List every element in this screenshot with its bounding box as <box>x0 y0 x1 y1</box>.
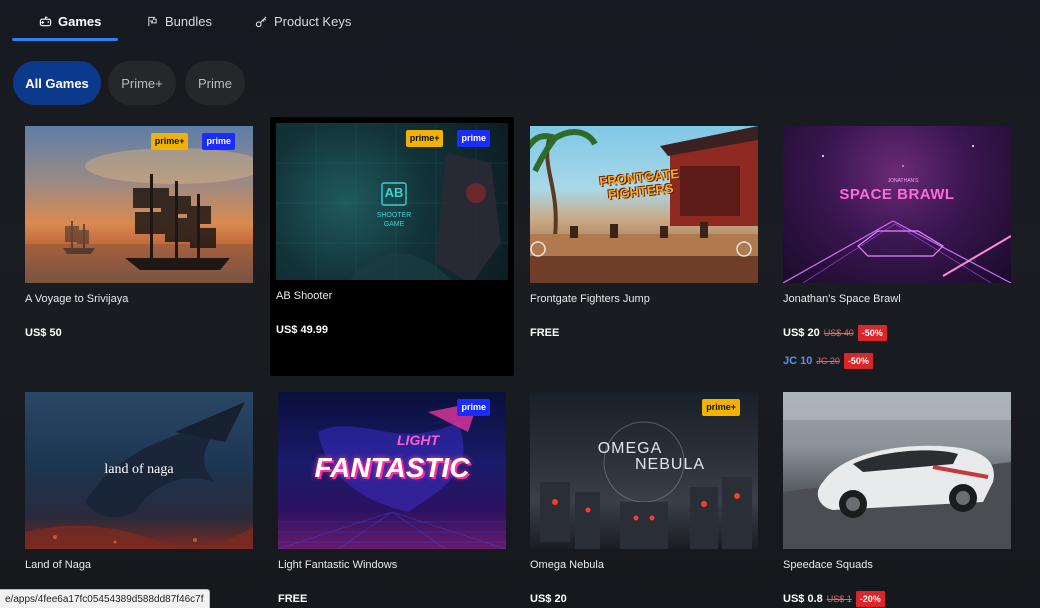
prime-badge: prime <box>202 133 235 150</box>
game-thumbnail: LIGHT FANTASTIC prime <box>278 392 506 549</box>
game-price: FREE <box>278 593 308 605</box>
tab-label: Product Keys <box>274 13 352 29</box>
game-thumbnail: OMEGA NEBULA prime+ <box>530 392 758 549</box>
game-price: US$ 20 <box>530 593 567 605</box>
tab-games[interactable]: Games <box>38 0 101 42</box>
top-tab-bar: Games Bundles Product Keys <box>0 0 1040 42</box>
prime-badge: prime <box>457 130 490 147</box>
prime-plus-badge: prime+ <box>702 399 740 416</box>
game-card[interactable]: OMEGA NEBULA prime+ Omega Nebula US$ 20 <box>530 392 758 608</box>
game-title: A Voyage to Srivijaya <box>25 293 129 305</box>
alt-original-price: JC 20 <box>816 356 840 366</box>
game-logo-text-2: NEBULA <box>634 456 706 473</box>
game-thumbnail: land of naga <box>25 392 253 549</box>
active-tab-indicator <box>12 38 118 41</box>
game-logo-text: land of naga <box>104 462 174 477</box>
game-logo-mark: AB <box>384 185 404 200</box>
game-thumbnail <box>783 392 1011 549</box>
filter-all-games[interactable]: All Games <box>13 61 101 105</box>
flag-icon <box>145 14 159 28</box>
game-logo-text: LIGHT <box>397 432 439 448</box>
game-logo-small: JONATHAN'S <box>887 178 919 184</box>
filter-prime-plus[interactable]: Prime+ <box>108 61 176 105</box>
tab-product-keys[interactable]: Product Keys <box>254 0 351 42</box>
alt-discount-badge: -50% <box>843 353 873 369</box>
game-logo-text: SPACE BRAWL <box>839 186 955 203</box>
game-price: US$ 0.8 <box>783 593 823 605</box>
badge-row: prime+ prime <box>150 133 235 150</box>
gamepad-icon <box>38 14 52 28</box>
price-row: US$ 0.8 US$ 1 -20% <box>783 589 1011 608</box>
game-logo-text: SHOOTER GAME <box>376 212 412 228</box>
prime-plus-badge: prime+ <box>405 130 444 147</box>
prime-plus-badge: prime+ <box>150 133 189 150</box>
badge-row: prime+ prime <box>405 130 490 147</box>
alt-price-row: JC 10 JC 20 -50% <box>783 351 1011 371</box>
price-row: US$ 49.99 <box>276 320 508 340</box>
price-row: FREE <box>278 589 506 608</box>
discount-badge: -20% <box>855 591 885 607</box>
game-price: US$ 20 <box>783 327 820 339</box>
game-price: US$ 49.99 <box>276 324 328 336</box>
game-card[interactable]: land of naga Land of Naga <box>25 392 253 573</box>
badge-row: prime <box>457 399 490 416</box>
tab-label: Games <box>58 13 102 29</box>
game-logo-text-2: FANTASTIC <box>314 452 470 483</box>
link-status-bar: e/apps/4fee6a17fc05454389d588dd87f46c7f <box>0 589 210 608</box>
game-card[interactable]: JONATHAN'S SPACE BRAWL Jonathan's Space … <box>783 126 1011 371</box>
game-card[interactable]: AB SHOOTER GAME prime+ prime AB Shooter … <box>270 117 514 376</box>
game-thumbnail: JONATHAN'S SPACE BRAWL <box>783 126 1011 283</box>
game-title: Light Fantastic Windows <box>278 559 398 571</box>
price-row: US$ 50 <box>25 323 253 343</box>
game-title: Omega Nebula <box>530 559 604 571</box>
filter-prime[interactable]: Prime <box>185 61 245 105</box>
game-title: Frontgate Fighters Jump <box>530 293 650 305</box>
game-thumbnail: AB SHOOTER GAME prime+ prime <box>276 123 508 280</box>
game-alt-price: JC 10 <box>783 355 813 367</box>
price-row: US$ 20 <box>530 589 758 608</box>
game-title: AB Shooter <box>276 290 333 302</box>
tab-label: Bundles <box>165 13 212 29</box>
discount-badge: -50% <box>857 325 887 341</box>
game-title: Jonathan's Space Brawl <box>783 293 901 305</box>
price-row: US$ 20 US$ 40 -50% <box>783 323 1011 343</box>
badge-row: prime+ <box>702 399 740 416</box>
game-card[interactable]: FRONTGATE FIGHTERS Frontgate Fighters Ju… <box>530 126 758 343</box>
original-price: US$ 40 <box>823 328 854 338</box>
game-card[interactable]: Speedace Squads US$ 0.8 US$ 1 -20% <box>783 392 1011 608</box>
key-icon <box>254 14 268 28</box>
original-price: US$ 1 <box>826 594 852 604</box>
game-price: FREE <box>530 327 560 339</box>
prime-badge: prime <box>457 399 490 416</box>
tab-bundles[interactable]: Bundles <box>145 0 212 42</box>
game-thumbnail: prime+ prime <box>25 126 253 283</box>
game-price: US$ 50 <box>25 327 62 339</box>
game-card[interactable]: LIGHT FANTASTIC prime Light Fantastic Wi… <box>278 392 506 608</box>
price-row: FREE <box>530 323 758 343</box>
game-title: Speedace Squads <box>783 559 873 571</box>
game-title: Land of Naga <box>25 559 92 571</box>
game-card[interactable]: prime+ prime A Voyage to Srivijaya US$ 5… <box>25 126 253 343</box>
game-thumbnail: FRONTGATE FIGHTERS <box>530 126 758 283</box>
